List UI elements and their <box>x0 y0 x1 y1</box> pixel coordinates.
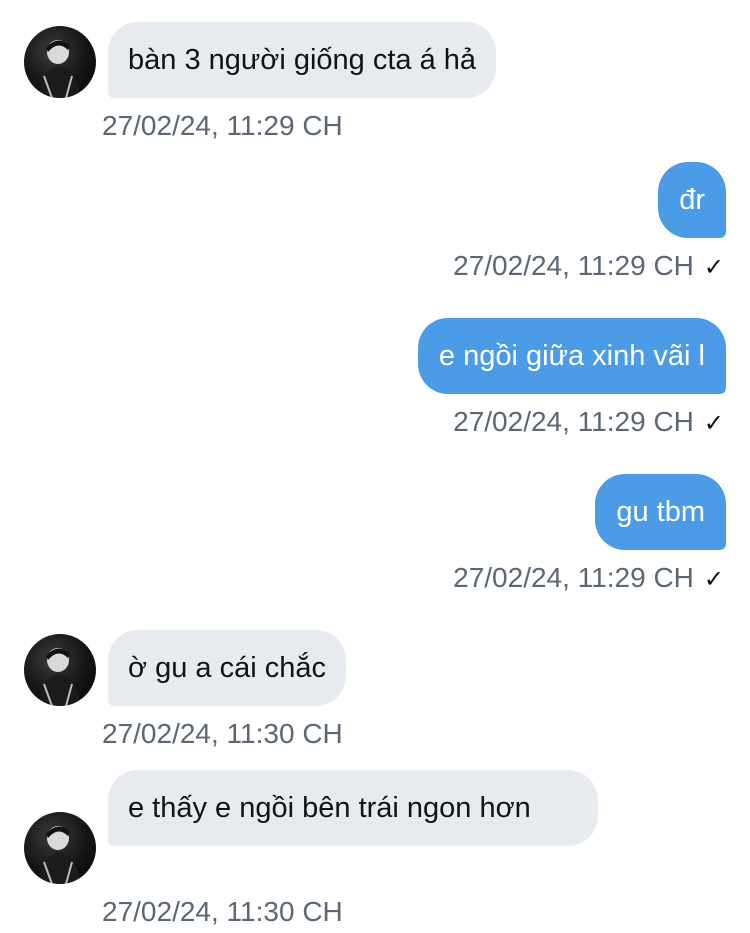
message-text: gu tbm <box>616 496 705 528</box>
timestamp-text: 27/02/24, 11:29 CH <box>453 562 694 593</box>
timestamp-text: 27/02/24, 11:29 CH <box>453 406 694 437</box>
message-text: bàn 3 người giống cta á hả <box>128 44 477 76</box>
avatar-image <box>38 826 82 884</box>
message-timestamp: 27/02/24, 11:29 CH <box>102 110 343 142</box>
message-timestamp: 27/02/24, 11:29 CH ✓ <box>453 406 724 438</box>
timestamp-text: 27/02/24, 11:29 CH <box>453 250 694 281</box>
message-bubble-incoming[interactable]: e thấy e ngồi bên trái ngon hơn <box>108 770 598 846</box>
checkmark-icon: ✓ <box>703 410 724 437</box>
message-bubble-incoming[interactable]: bàn 3 người giống cta á hả <box>108 22 497 98</box>
message-timestamp: 27/02/24, 11:29 CH ✓ <box>453 250 724 282</box>
message-bubble-incoming[interactable]: ờ gu a cái chắc <box>108 630 346 706</box>
avatar[interactable] <box>24 26 96 98</box>
avatar[interactable] <box>24 812 96 884</box>
message-text: e thấy e ngồi bên trái ngon hơn <box>128 792 531 824</box>
avatar-image <box>38 648 82 706</box>
checkmark-icon: ✓ <box>703 254 724 281</box>
message-timestamp: 27/02/24, 11:30 CH <box>102 896 343 928</box>
timestamp-text: 27/02/24, 11:30 CH <box>102 896 343 927</box>
message-text: đr <box>679 184 705 216</box>
message-bubble-outgoing[interactable]: gu tbm <box>595 474 726 550</box>
message-timestamp: 27/02/24, 11:29 CH ✓ <box>453 562 724 594</box>
avatar-image <box>38 40 82 98</box>
message-text: ờ gu a cái chắc <box>128 652 326 684</box>
timestamp-text: 27/02/24, 11:29 CH <box>102 110 343 141</box>
avatar[interactable] <box>24 634 96 706</box>
checkmark-icon: ✓ <box>703 566 724 593</box>
message-text: e ngồi giữa xinh vãi l <box>438 340 705 372</box>
message-bubble-outgoing[interactable]: e ngồi giữa xinh vãi l <box>417 318 726 394</box>
message-bubble-outgoing[interactable]: đr <box>658 162 726 238</box>
message-timestamp: 27/02/24, 11:30 CH <box>102 718 343 750</box>
timestamp-text: 27/02/24, 11:30 CH <box>102 718 343 749</box>
